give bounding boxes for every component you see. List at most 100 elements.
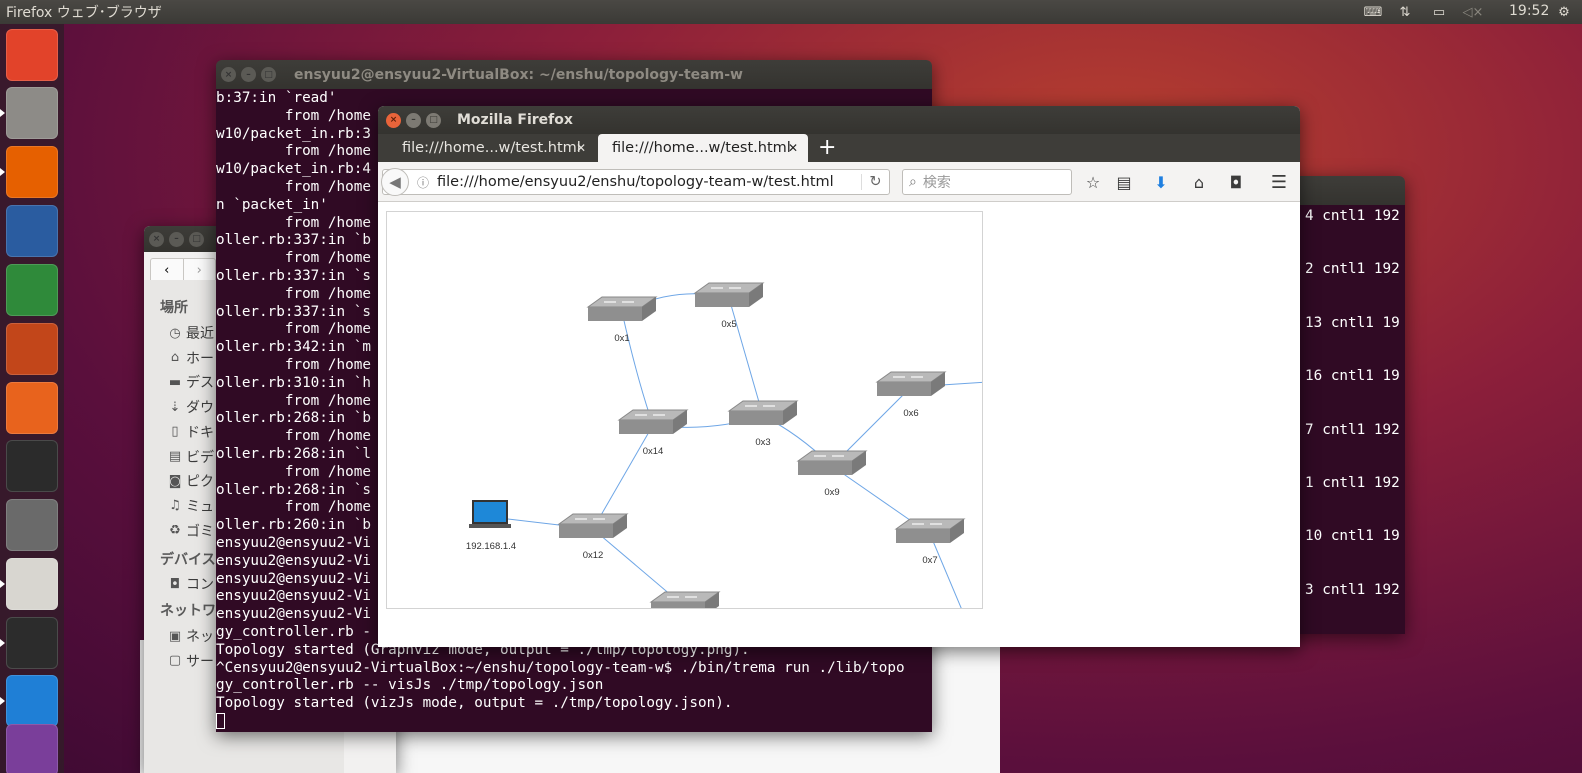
topology-graph[interactable]: 0x1 0x5 0x14 0x3 0x6 0x9 0x12 0x7 192.168.1.4 [386,211,983,609]
calc-icon[interactable] [6,264,58,316]
switch-node[interactable] [727,400,799,425]
tab-label: file:///home...w/test.html [402,140,581,156]
topology-svg[interactable]: 0x1 0x5 0x14 0x3 0x6 0x9 0x12 0x7 192.168.1.4 [387,212,983,609]
app-icon[interactable] [6,675,58,727]
firefox-title: Mozilla Firefox [457,112,573,128]
topology-link [592,424,654,530]
close-icon[interactable]: × [386,112,401,128]
switch-node[interactable] [617,409,689,434]
reload-icon[interactable]: ↻ [861,174,889,190]
sidebar-item[interactable]: ◙ ピク [168,471,214,491]
switch-node[interactable] [796,450,868,475]
clock-icon: ◷ [169,325,181,341]
files-icon[interactable] [6,87,58,139]
software-center-icon[interactable] [6,382,58,434]
top-panel: Firefox ウェブ･ブラウザ ⌨ ⇅ ▭ ◁× 19:52 ⚙ [0,0,1582,24]
sidebar-item[interactable]: ▯ ドキ [168,422,214,442]
switch-node[interactable] [649,591,721,609]
minimize-icon[interactable]: – [169,231,184,247]
terminal-icon[interactable] [6,617,58,669]
sidebar-item-label: ドキ [186,424,214,441]
sidebar-item[interactable]: ♫ ミュ [168,496,214,516]
battery-icon[interactable]: ▭ [1428,3,1450,21]
sidebar-item[interactable]: ▤ ビデ [168,447,214,467]
firefox-icon[interactable] [6,146,58,198]
minimize-icon[interactable]: – [406,112,421,128]
close-icon[interactable]: × [221,67,236,82]
menu-icon[interactable]: ☰ [1268,171,1290,193]
switch-node[interactable] [557,513,629,538]
switch-node[interactable] [875,371,947,396]
maximize-icon[interactable]: □ [189,231,204,247]
switch-node[interactable] [693,282,765,307]
clock[interactable]: 19:52 [1509,3,1549,19]
writer-icon[interactable] [6,205,58,257]
terminal-line: 16 cntl1 19 [1305,368,1400,385]
info-icon[interactable]: ⓘ [417,174,429,191]
running-indicator [0,697,5,705]
search-bar[interactable]: ⌕ 検索 [902,169,1072,195]
firefox-titlebar[interactable]: × – □ Mozilla Firefox [378,106,1300,134]
sidebar-item[interactable]: ◘ コン [168,574,214,594]
home-icon[interactable]: ⌂ [1188,171,1210,193]
switch-label: 0x1 [614,333,629,344]
switch-node[interactable] [586,296,658,321]
text-editor-icon[interactable] [6,558,58,610]
network-icon[interactable]: ⇅ [1394,3,1416,21]
terminal-titlebar[interactable]: × – □ ensyuu2@ensyuu2-VirtualBox: ~/ensh… [216,60,932,89]
maximize-icon[interactable]: □ [426,112,441,128]
keyboard-icon[interactable]: ⌨ [1362,3,1384,21]
tab-close-icon[interactable]: ✕ [788,141,798,155]
close-icon[interactable]: × [149,231,164,247]
running-indicator [0,109,5,117]
launcher [0,24,64,773]
network-icon: ▣ [168,628,182,644]
host-label: 192.168.1.4 [466,541,516,552]
topology-link [929,533,962,608]
firefox-window[interactable]: × – □ Mozilla Firefox file:///home...w/t… [378,106,1300,647]
minimize-icon[interactable]: – [241,67,256,82]
switch-node[interactable] [894,518,966,543]
sidebar-item[interactable]: ♻ ゴミ [168,521,214,541]
settings-gear-icon[interactable]: ⚙ [1553,3,1575,21]
sidebar-item-label: 最近 [186,326,214,342]
sidebar-item-label: デス [186,375,214,392]
reading-list-icon[interactable]: ▤ [1113,171,1135,193]
disk-icon: ◘ [169,576,181,592]
sidebar-item[interactable]: ⌂ ホー [168,348,214,368]
ubuntu-dash-icon[interactable] [6,29,58,81]
sidebar-item[interactable]: ▣ ネッ [168,626,214,646]
pocket-icon[interactable]: ◘ [1225,171,1247,193]
sidebar-item[interactable]: ▢ サー [168,651,214,671]
tab-active[interactable]: file:///home...w/test.html ✕ [598,134,808,162]
url-text[interactable]: file:///home/ensyuu2/enshu/topology-team… [437,174,861,190]
impress-icon[interactable] [6,323,58,375]
sidebar-item[interactable]: ◷ 最近 [168,323,214,343]
tab-inactive[interactable]: file:///home...w/test.html ✕ [388,134,596,162]
download-icon[interactable]: ⬇ [1150,171,1172,193]
new-tab-button[interactable]: + [818,135,836,161]
terminal-line: ^Censyuu2@ensyuu2-VirtualBox:~/enshu/top… [216,659,905,676]
url-bar[interactable]: ◀ ⓘ file:///home/ensyuu2/enshu/topology-… [381,168,890,196]
system-settings-icon[interactable] [6,499,58,551]
terminal-title: ensyuu2@ensyuu2-VirtualBox: ~/enshu/topo… [294,66,743,83]
sidebar-item[interactable]: ▬ デス [168,372,214,392]
maximize-icon[interactable]: □ [261,67,276,82]
switch-label: 0x6 [903,408,918,419]
terminal-line: 3 cntl1 192 [1305,581,1400,598]
laptop-icon[interactable] [469,500,511,528]
volume-mute-icon[interactable]: ◁× [1462,3,1484,21]
sidebar-item[interactable]: ⇣ ダウ [168,397,214,417]
tab-close-icon[interactable]: ✕ [576,141,586,155]
sidebar-item-label: サー [186,653,214,670]
back-button[interactable]: ◀ [381,168,409,196]
amazon-icon[interactable] [6,440,58,492]
workspace-switcher-icon[interactable] [6,724,58,773]
switch-label: 0x7 [922,555,937,566]
bookmark-star-icon[interactable]: ☆ [1082,171,1104,193]
terminal-line: Topology started (vizJs mode, output = .… [216,695,733,712]
